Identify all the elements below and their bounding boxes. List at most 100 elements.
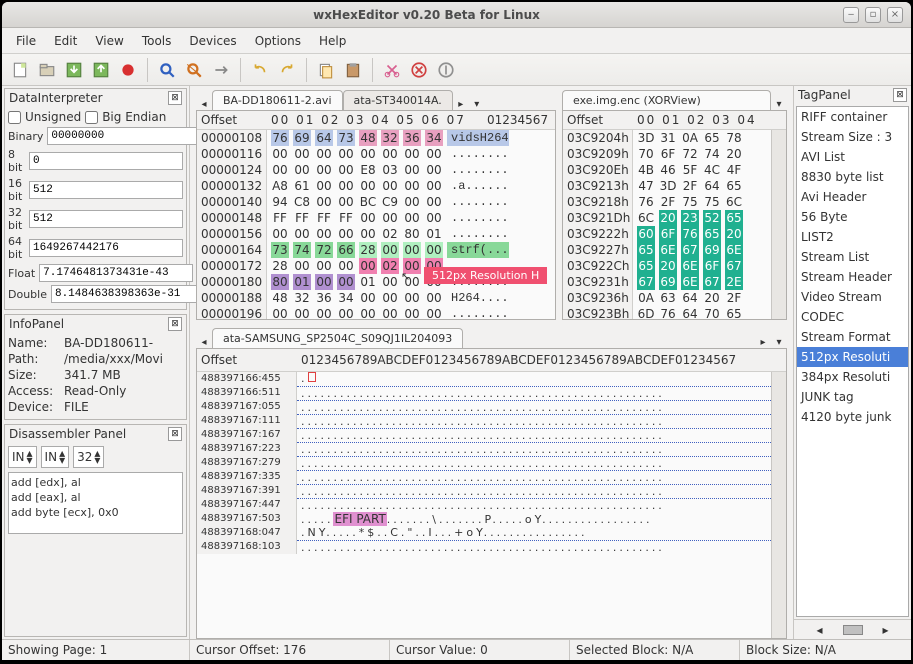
save-as-icon[interactable] [89, 58, 113, 82]
tag-item[interactable]: Stream Format [797, 327, 908, 347]
menubar: File Edit View Tools Devices Options Hel… [2, 28, 911, 54]
tag-item[interactable]: CODEC [797, 307, 908, 327]
goto-icon[interactable] [209, 58, 233, 82]
panel-title: TagPanel [798, 88, 893, 102]
tab-next-icon[interactable]: ▸ [755, 337, 771, 348]
tag-tooltip: 512px Resolution H [424, 267, 547, 284]
redo-icon[interactable] [275, 58, 299, 82]
offset-header: Offset [197, 353, 301, 367]
data-interpreter-panel: DataInterpreter⊠ Unsigned Big Endian Bin… [4, 88, 187, 310]
float-input[interactable] [39, 264, 193, 282]
tag-item[interactable]: AVI List [797, 147, 908, 167]
status-selected: Selected Block: N/A [570, 640, 740, 660]
scrollbar[interactable] [771, 130, 786, 319]
panel-title: DataInterpreter [9, 91, 168, 105]
search-icon[interactable] [155, 58, 179, 82]
close-icon[interactable]: ⊠ [168, 317, 182, 331]
tab-dropdown-icon[interactable]: ▾ [771, 99, 787, 110]
status-blocksize: Block Size: N/A [740, 640, 842, 660]
tab-prev-icon[interactable]: ◂ [196, 99, 212, 110]
list-item: add byte [ecx], 0x0 [11, 505, 180, 520]
menu-options[interactable]: Options [247, 31, 309, 51]
hex-cols-header: 00 01 02 03 04 [637, 113, 786, 127]
status-cursor-value: Cursor Value: 0 [390, 640, 570, 660]
cursor-icon: ↖ [401, 270, 410, 283]
statusbar: Showing Page: 1 Cursor Offset: 176 Curso… [2, 639, 911, 660]
tag-item[interactable]: Stream Header [797, 267, 908, 287]
close-icon[interactable]: ⊠ [168, 91, 182, 105]
new-file-icon[interactable] [8, 58, 32, 82]
tag-list[interactable]: RIFF containerStream Size : 3AVI List883… [796, 106, 909, 617]
tag-item[interactable]: Stream Size : 3 [797, 127, 908, 147]
disasm-list[interactable]: add [edx], al add [eax], al add byte [ec… [8, 472, 183, 534]
offset-header: Offset [563, 113, 637, 127]
tag-item[interactable]: LIST2 [797, 227, 908, 247]
tab-active-right[interactable]: exe.img.enc (XORView) [562, 90, 771, 110]
tag-item[interactable]: 8830 byte list [797, 167, 908, 187]
tag-item[interactable]: 384px Resoluti [797, 367, 908, 387]
unsigned-label: Unsigned [25, 110, 81, 124]
close-icon[interactable]: ⊠ [168, 427, 182, 441]
menu-view[interactable]: View [87, 31, 131, 51]
tab-active-bottom[interactable]: ata-SAMSUNG_SP2504C_S09QJ1IL204093 [212, 328, 463, 348]
tab-dropdown-icon[interactable]: ▾ [469, 99, 485, 110]
hex-cols-header: 00 01 02 03 04 05 06 07 [271, 113, 487, 127]
64bit-input[interactable] [29, 239, 183, 257]
status-cursor-offset: Cursor Offset: 176 [190, 640, 390, 660]
double-input[interactable] [51, 285, 205, 303]
tag-item[interactable]: Stream List [797, 247, 908, 267]
menu-file[interactable]: File [8, 31, 44, 51]
disasm-select-1[interactable]: IN▴▾ [8, 446, 37, 468]
hex-pane-bottom[interactable]: Offset 0123456789ABCDEF0123456789ABCDEF0… [196, 348, 787, 639]
cut-icon[interactable] [380, 58, 404, 82]
disasm-select-3[interactable]: 32▴▾ [73, 446, 104, 468]
toolbar [2, 54, 911, 86]
tag-item[interactable]: 56 Byte [797, 207, 908, 227]
minimize-button[interactable]: ‒ [843, 7, 859, 23]
bigendian-label: Big Endian [102, 110, 166, 124]
tab-other-left[interactable]: ata-ST340014A. [343, 90, 453, 110]
copy-icon[interactable] [314, 58, 338, 82]
tab-active-left[interactable]: BA-DD180611-2.avi [212, 90, 343, 110]
tab-next-icon[interactable]: ▸ [453, 99, 469, 110]
tag-item[interactable]: RIFF container [797, 107, 908, 127]
tag-item[interactable]: Video Stream [797, 287, 908, 307]
tag-scrollbar[interactable]: ◂▸ [794, 619, 911, 639]
paste-icon[interactable] [341, 58, 365, 82]
save-icon[interactable] [62, 58, 86, 82]
search-replace-icon[interactable] [182, 58, 206, 82]
delete-icon[interactable] [407, 58, 431, 82]
close-icon[interactable]: ⊠ [893, 88, 907, 102]
list-item: add [edx], al [11, 475, 180, 490]
maximize-button[interactable]: ▫ [865, 7, 881, 23]
hex-pane-right[interactable]: Offset 00 01 02 03 04 03C9204h3D310A6578… [562, 110, 787, 320]
open-file-icon[interactable] [35, 58, 59, 82]
tag-item[interactable]: JUNK tag [797, 387, 908, 407]
titlebar: wxHexEditor v0.20 Beta for Linux ‒ ▫ × [2, 2, 911, 28]
32bit-input[interactable] [29, 210, 183, 228]
tab-dropdown-icon[interactable]: ▾ [771, 337, 787, 348]
menu-devices[interactable]: Devices [181, 31, 244, 51]
tag-item[interactable]: 4120 byte junk [797, 407, 908, 427]
tab-prev-icon[interactable]: ◂ [196, 337, 212, 348]
8bit-input[interactable] [29, 152, 183, 170]
window-title: wxHexEditor v0.20 Beta for Linux [10, 8, 843, 22]
insert-icon[interactable] [434, 58, 458, 82]
disasm-select-2[interactable]: IN▴▾ [41, 446, 70, 468]
bigendian-checkbox[interactable] [85, 111, 98, 124]
tag-item[interactable]: Avi Header [797, 187, 908, 207]
tag-item[interactable]: 512px Resoluti [797, 347, 908, 367]
undo-icon[interactable] [248, 58, 272, 82]
16bit-input[interactable] [29, 181, 183, 199]
binary-input[interactable] [47, 127, 201, 145]
unsigned-checkbox[interactable] [8, 111, 21, 124]
hex-pane-left[interactable]: Offset 00 01 02 03 04 05 06 07 01234567 … [196, 110, 556, 320]
menu-edit[interactable]: Edit [46, 31, 85, 51]
menu-tools[interactable]: Tools [134, 31, 180, 51]
ascii-cols-header: 01234567 [487, 113, 555, 127]
scrollbar[interactable] [771, 372, 786, 638]
record-icon[interactable] [116, 58, 140, 82]
close-button[interactable]: × [887, 7, 903, 23]
menu-help[interactable]: Help [311, 31, 354, 51]
binary-label: Binary [8, 130, 43, 143]
